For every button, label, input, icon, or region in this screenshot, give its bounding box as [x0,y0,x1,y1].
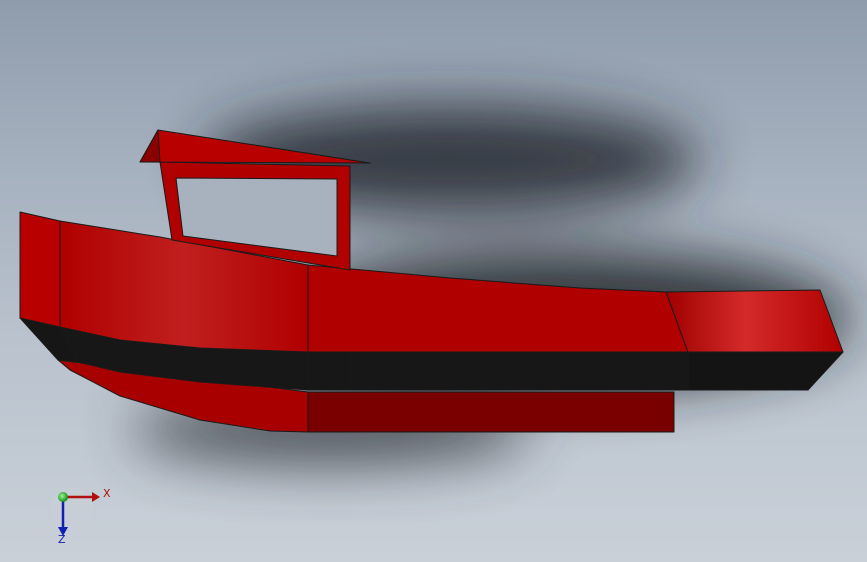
hull-lower-mid [307,391,675,433]
triad-backdrop [50,488,94,532]
hull-bow [665,289,844,353]
hull-band-mid [307,351,689,391]
cabin-roof-edge [139,129,161,163]
graphics-viewport[interactable]: X Z [0,0,867,562]
hull-transom [19,211,61,328]
hull-band-bow [687,351,844,391]
x-axis-label: X [103,487,111,500]
x-axis-arrow-icon [92,492,100,502]
z-axis-label: Z [58,533,66,546]
orientation-triad[interactable]: X Z [50,487,111,546]
model-view[interactable]: X Z [0,0,867,562]
y-axis-ball-icon [58,492,68,502]
